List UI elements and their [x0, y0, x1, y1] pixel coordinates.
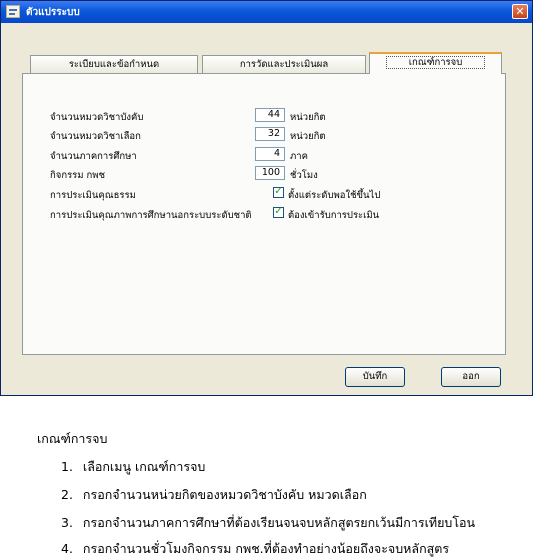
elective-credits-label: จำนวนหมวดวิชาเลือก — [50, 131, 141, 142]
ethics-checkbox[interactable]: ✓ — [273, 187, 284, 198]
save-button[interactable]: บันทึก — [345, 367, 405, 387]
step-number: 3. — [61, 515, 73, 530]
step-text: เลือกเมนู เกณฑ์การจบ — [82, 459, 206, 474]
tab-graduation-criteria[interactable]: เกณฑ์การจบ — [369, 52, 502, 74]
window-title: ตัวแปรระบบ — [26, 7, 80, 18]
required-credits-input[interactable]: 44 — [255, 108, 285, 122]
tab-regulations[interactable]: ระเบียบและข้อกำหนด — [30, 55, 198, 73]
step-number: 2. — [61, 487, 73, 502]
step-number: 4. — [61, 541, 73, 556]
window-app-icon — [6, 5, 20, 18]
activity-hours-unit: ชั่วโมง — [290, 170, 318, 181]
quality-assessment-option-label: ต้องเข้ารับการประเมิน — [288, 210, 380, 221]
required-credits-unit: หน่วยกิต — [290, 112, 326, 123]
instruction-step: 4. กรอกจำนวนชั่วโมงกิจกรรม กพช.ที่ต้องทำ… — [61, 539, 449, 559]
ethics-option-label: ตั้งแต่ระดับพอใช้ขึ้นไป — [288, 190, 381, 201]
step-text: กรอกจำนวนชั่วโมงกิจกรรม กพช.ที่ต้องทำอย่… — [82, 541, 450, 556]
close-button[interactable]: ✕ — [512, 4, 528, 19]
elective-credits-input[interactable]: 32 — [255, 127, 285, 141]
semesters-unit: ภาค — [290, 151, 308, 162]
ethics-label: การประเมินคุณธรรม — [50, 190, 136, 201]
semesters-label: จำนวนภาคการศึกษา — [50, 151, 137, 162]
activity-hours-label: กิจกรรม กพช — [50, 170, 106, 181]
instruction-step: 3. กรอกจำนวนภาคการศึกษาที่ต้องเรียนจนจบห… — [61, 513, 475, 533]
tab-graduation-criteria-label: เกณฑ์การจบ — [385, 56, 486, 69]
instruction-step: 1. เลือกเมนู เกณฑ์การจบ — [61, 457, 205, 477]
instructions-heading: เกณฑ์การจบ — [37, 431, 108, 446]
activity-hours-input[interactable]: 100 — [255, 166, 285, 180]
semesters-input[interactable]: 4 — [255, 147, 285, 161]
step-number: 1. — [61, 459, 73, 474]
title-bar[interactable]: ตัวแปรระบบ ✕ — [1, 1, 532, 23]
tab-assessment[interactable]: การวัดและประเมินผล — [202, 55, 366, 73]
instruction-step: 2. กรอกจำนวนหน่วยกิตของหมวดวิชาบังคับ หม… — [61, 485, 367, 505]
quality-assessment-checkbox[interactable]: ✓ — [273, 207, 284, 218]
step-text: กรอกจำนวนภาคการศึกษาที่ต้องเรียนจนจบหลัก… — [82, 515, 476, 530]
step-text: กรอกจำนวนหน่วยกิตของหมวดวิชาบังคับ หมวดเ… — [82, 487, 367, 502]
required-credits-label: จำนวนหมวดวิชาบังคับ — [50, 112, 144, 123]
quality-assessment-label: การประเมินคุณภาพการศึกษานอกระบบระดับชาติ — [50, 210, 252, 221]
elective-credits-unit: หน่วยกิต — [290, 131, 326, 142]
exit-button[interactable]: ออก — [441, 367, 501, 387]
